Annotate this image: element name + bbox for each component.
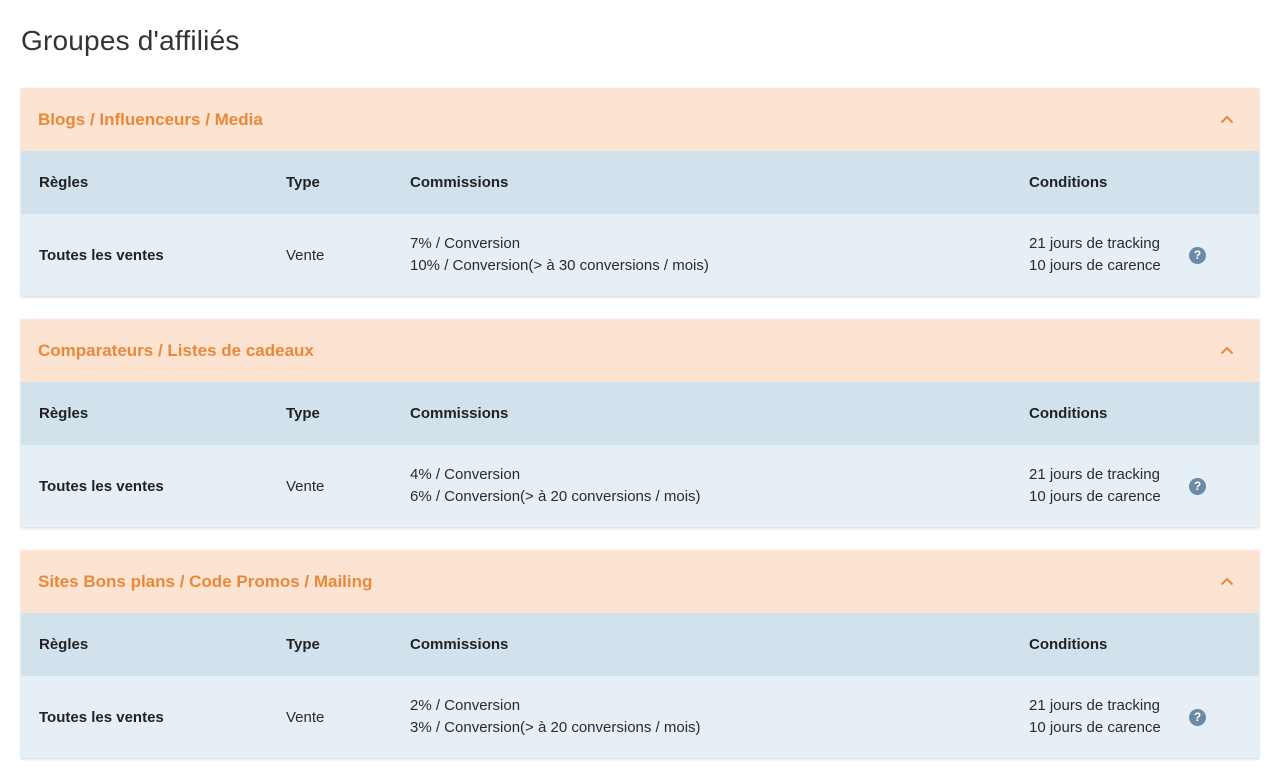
commission-line: 6% / Conversion(> à 20 conversions / moi… — [410, 488, 701, 505]
table-row: Toutes les ventes Vente 4% / Conversion … — [21, 445, 1259, 527]
group-title: Blogs / Influenceurs / Media — [38, 109, 263, 129]
type-cell: Vente — [286, 708, 325, 726]
chevron-up-icon[interactable] — [1219, 574, 1235, 590]
group-header-toggle[interactable]: Blogs / Influenceurs / Media — [21, 88, 1259, 151]
commission-line: 2% / Conversion — [410, 697, 521, 714]
column-header-type: Type — [286, 405, 320, 422]
affiliate-group-panel: Blogs / Influenceurs / Media Règles Type… — [21, 88, 1259, 296]
chevron-up-icon[interactable] — [1219, 112, 1235, 128]
question-circle-icon[interactable]: ? — [1189, 708, 1206, 726]
condition-line: 21 jours de tracking — [1029, 235, 1160, 252]
page-title: Groupes d'affiliés — [21, 25, 240, 56]
column-header-rules: Règles — [39, 405, 89, 422]
column-header-conditions: Conditions — [1029, 636, 1108, 653]
rule-cell: Toutes les ventes — [39, 246, 164, 264]
commission-line: 4% / Conversion — [410, 466, 521, 483]
conditions-cell: 21 jours de tracking 10 jours de carence — [1029, 233, 1189, 277]
commission-line: 7% / Conversion — [410, 235, 521, 252]
table-header-row: Règles Type Commissions Conditions — [21, 382, 1259, 445]
commission-line: 3% / Conversion(> à 20 conversions / moi… — [410, 719, 701, 736]
question-circle-icon[interactable]: ? — [1189, 246, 1206, 264]
table-header-row: Règles Type Commissions Conditions — [21, 613, 1259, 676]
column-header-rules: Règles — [39, 636, 89, 653]
table-row: Toutes les ventes Vente 7% / Conversion … — [21, 214, 1259, 296]
group-title: Comparateurs / Listes de cadeaux — [38, 340, 314, 360]
type-cell: Vente — [286, 246, 325, 264]
table-header-row: Règles Type Commissions Conditions — [21, 151, 1259, 214]
column-header-rules: Règles — [39, 174, 89, 191]
conditions-cell: 21 jours de tracking 10 jours de carence — [1029, 695, 1189, 739]
question-circle-icon[interactable]: ? — [1189, 477, 1206, 495]
column-header-type: Type — [286, 636, 320, 653]
affiliate-group-panel: Sites Bons plans / Code Promos / Mailing… — [21, 550, 1259, 758]
commissions-cell: 4% / Conversion 6% / Conversion(> à 20 c… — [410, 464, 1029, 508]
condition-line: 21 jours de tracking — [1029, 697, 1160, 714]
help-cell: ? — [1189, 708, 1259, 726]
condition-line: 10 jours de carence — [1029, 257, 1161, 274]
column-header-commissions: Commissions — [410, 636, 509, 653]
column-header-conditions: Conditions — [1029, 174, 1108, 191]
commission-line: 10% / Conversion(> à 30 conversions / mo… — [410, 257, 709, 274]
commissions-cell: 2% / Conversion 3% / Conversion(> à 20 c… — [410, 695, 1029, 739]
column-header-commissions: Commissions — [410, 405, 509, 422]
group-header-toggle[interactable]: Sites Bons plans / Code Promos / Mailing — [21, 550, 1259, 613]
chevron-up-icon[interactable] — [1219, 343, 1235, 359]
affiliate-groups-list: Blogs / Influenceurs / Media Règles Type… — [21, 88, 1259, 781]
conditions-cell: 21 jours de tracking 10 jours de carence — [1029, 464, 1189, 508]
condition-line: 21 jours de tracking — [1029, 466, 1160, 483]
type-cell: Vente — [286, 477, 325, 495]
column-header-commissions: Commissions — [410, 174, 509, 191]
group-title: Sites Bons plans / Code Promos / Mailing — [38, 571, 373, 591]
affiliate-group-panel: Comparateurs / Listes de cadeaux Règles … — [21, 319, 1259, 527]
column-header-type: Type — [286, 174, 320, 191]
group-header-toggle[interactable]: Comparateurs / Listes de cadeaux — [21, 319, 1259, 382]
rule-cell: Toutes les ventes — [39, 708, 164, 726]
commissions-cell: 7% / Conversion 10% / Conversion(> à 30 … — [410, 233, 1029, 277]
help-cell: ? — [1189, 246, 1259, 264]
rule-cell: Toutes les ventes — [39, 477, 164, 495]
help-cell: ? — [1189, 477, 1259, 495]
table-row: Toutes les ventes Vente 2% / Conversion … — [21, 676, 1259, 758]
column-header-conditions: Conditions — [1029, 405, 1108, 422]
condition-line: 10 jours de carence — [1029, 488, 1161, 505]
condition-line: 10 jours de carence — [1029, 719, 1161, 736]
